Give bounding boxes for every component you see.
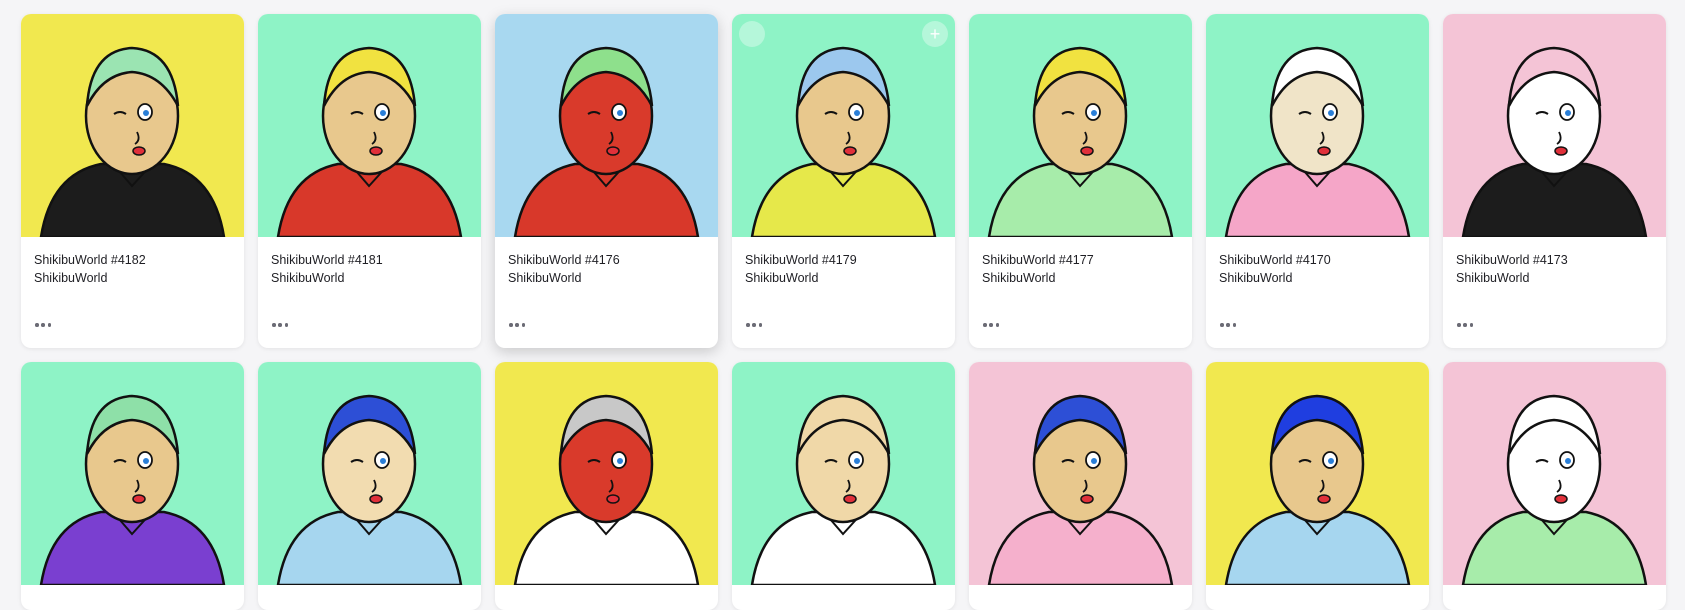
nft-name[interactable]: ShikibuWorld #4182 <box>34 251 231 269</box>
ellipsis-icon[interactable] <box>983 322 999 328</box>
ellipsis-icon[interactable] <box>746 322 762 328</box>
nft-grid: ShikibuWorld #4182 ShikibuWorld ShikibuW… <box>21 14 1666 610</box>
nft-artwork <box>258 362 481 585</box>
nft-card[interactable]: + ShikibuWorld #4179 ShikibuWorld <box>732 14 955 348</box>
nft-image[interactable]: + <box>732 14 955 237</box>
nft-meta: ShikibuWorld #4170 ShikibuWorld <box>1206 237 1429 287</box>
nft-image[interactable] <box>1206 14 1429 237</box>
nft-meta: ShikibuWorld #4173 ShikibuWorld <box>1443 237 1666 287</box>
plus-icon[interactable]: + <box>922 21 948 47</box>
nft-artwork <box>1443 362 1666 585</box>
nft-meta: ShikibuWorld #4176 ShikibuWorld <box>495 237 718 287</box>
nft-name[interactable]: ShikibuWorld #4179 <box>745 251 942 269</box>
collection-name[interactable]: ShikibuWorld <box>982 269 1179 287</box>
nft-image[interactable] <box>1443 362 1666 585</box>
nft-card[interactable] <box>1443 362 1666 610</box>
nft-artwork <box>969 362 1192 585</box>
collection-name[interactable]: ShikibuWorld <box>1456 269 1653 287</box>
nft-artwork <box>1443 14 1666 237</box>
collection-name[interactable]: ShikibuWorld <box>745 269 942 287</box>
nft-card[interactable]: ShikibuWorld #4170 ShikibuWorld <box>1206 14 1429 348</box>
nft-image[interactable] <box>21 362 244 585</box>
nft-card[interactable] <box>258 362 481 610</box>
nft-card[interactable] <box>732 362 955 610</box>
ellipsis-icon[interactable] <box>509 322 525 328</box>
nft-card[interactable]: ShikibuWorld #4173 ShikibuWorld <box>1443 14 1666 348</box>
select-circle-icon[interactable] <box>739 21 765 47</box>
nft-meta: ShikibuWorld #4182 ShikibuWorld <box>21 237 244 287</box>
nft-name[interactable]: ShikibuWorld #4176 <box>508 251 705 269</box>
nft-card[interactable]: ShikibuWorld #4177 ShikibuWorld <box>969 14 1192 348</box>
ellipsis-icon[interactable] <box>272 322 288 328</box>
nft-artwork <box>732 362 955 585</box>
nft-card[interactable] <box>495 362 718 610</box>
ellipsis-icon[interactable] <box>1457 322 1473 328</box>
nft-artwork <box>21 14 244 237</box>
nft-artwork <box>732 14 955 237</box>
nft-card[interactable]: ShikibuWorld #4181 ShikibuWorld <box>258 14 481 348</box>
nft-artwork <box>1206 362 1429 585</box>
nft-image[interactable] <box>732 362 955 585</box>
nft-image[interactable] <box>1206 362 1429 585</box>
nft-card[interactable]: ShikibuWorld #4182 ShikibuWorld <box>21 14 244 348</box>
nft-card[interactable] <box>969 362 1192 610</box>
collection-name[interactable]: ShikibuWorld <box>271 269 468 287</box>
nft-image[interactable] <box>969 14 1192 237</box>
nft-artwork <box>21 362 244 585</box>
nft-name[interactable]: ShikibuWorld #4173 <box>1456 251 1653 269</box>
nft-name[interactable]: ShikibuWorld #4181 <box>271 251 468 269</box>
nft-image[interactable] <box>258 14 481 237</box>
nft-artwork <box>495 14 718 237</box>
nft-artwork <box>969 14 1192 237</box>
nft-meta: ShikibuWorld #4177 ShikibuWorld <box>969 237 1192 287</box>
ellipsis-icon[interactable] <box>35 322 51 328</box>
nft-name[interactable]: ShikibuWorld #4177 <box>982 251 1179 269</box>
nft-image[interactable] <box>258 362 481 585</box>
nft-image[interactable] <box>1443 14 1666 237</box>
collection-name[interactable]: ShikibuWorld <box>508 269 705 287</box>
nft-meta: ShikibuWorld #4181 ShikibuWorld <box>258 237 481 287</box>
nft-image[interactable] <box>495 362 718 585</box>
collection-name[interactable]: ShikibuWorld <box>1219 269 1416 287</box>
nft-artwork <box>1206 14 1429 237</box>
nft-card[interactable] <box>21 362 244 610</box>
nft-image[interactable] <box>21 14 244 237</box>
nft-meta: ShikibuWorld #4179 ShikibuWorld <box>732 237 955 287</box>
nft-card[interactable]: ShikibuWorld #4176 ShikibuWorld <box>495 14 718 348</box>
nft-image[interactable] <box>495 14 718 237</box>
nft-image[interactable] <box>969 362 1192 585</box>
nft-card[interactable] <box>1206 362 1429 610</box>
nft-artwork <box>495 362 718 585</box>
collection-name[interactable]: ShikibuWorld <box>34 269 231 287</box>
ellipsis-icon[interactable] <box>1220 322 1236 328</box>
nft-artwork <box>258 14 481 237</box>
nft-name[interactable]: ShikibuWorld #4170 <box>1219 251 1416 269</box>
